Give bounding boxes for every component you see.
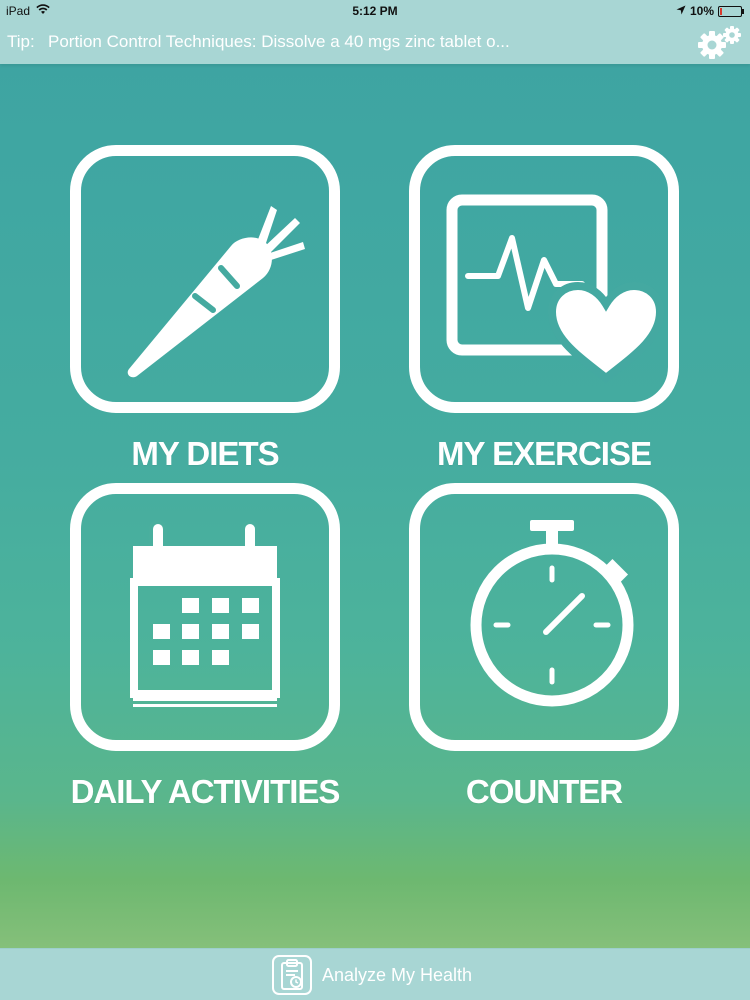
counter-label: COUNTER [465,773,623,810]
bottom-bar: Analyze My Health [0,948,750,1000]
daily-activities-tile[interactable]: DAILY ACTIVITIES [70,483,340,811]
battery-percent: 10% [689,4,714,18]
gears-icon [698,26,741,59]
carrot-icon [127,206,305,378]
battery-level [720,7,722,15]
settings-button[interactable] [696,22,746,62]
tip-label: Tip: [7,32,35,51]
status-bar: iPad 5:12 PM 10% [0,0,750,22]
calendar-icon [130,520,280,707]
analyze-my-health-label: Analyze My Health [322,964,473,985]
heart-monitor-icon [446,194,665,384]
clipboard-clock-icon [272,955,312,995]
my-diets-button[interactable] [70,145,340,413]
status-time: 5:12 PM [352,4,398,18]
tip-bar[interactable]: Tip: Portion Control Techniques: Dissolv… [0,22,750,64]
my-diets-label: MY DIETS [131,435,279,472]
location-arrow-icon [676,4,686,18]
analyze-my-health-button[interactable]: Analyze My Health [272,953,472,997]
counter-button[interactable] [409,483,679,751]
tip-text[interactable]: Portion Control Techniques: Dissolve a 4… [48,32,510,52]
my-exercise-label: MY EXERCISE [437,435,652,472]
daily-activities-button[interactable] [70,483,340,751]
status-right: 10% [676,4,744,18]
counter-tile[interactable]: COUNTER [409,483,679,811]
stopwatch-icon [470,520,634,707]
my-diets-tile[interactable]: MY DIETS [70,145,340,473]
daily-activities-label: DAILY ACTIVITIES [70,773,341,810]
my-exercise-button[interactable] [409,145,679,413]
battery-icon [718,5,744,17]
my-exercise-tile[interactable]: MY EXERCISE [409,145,679,473]
